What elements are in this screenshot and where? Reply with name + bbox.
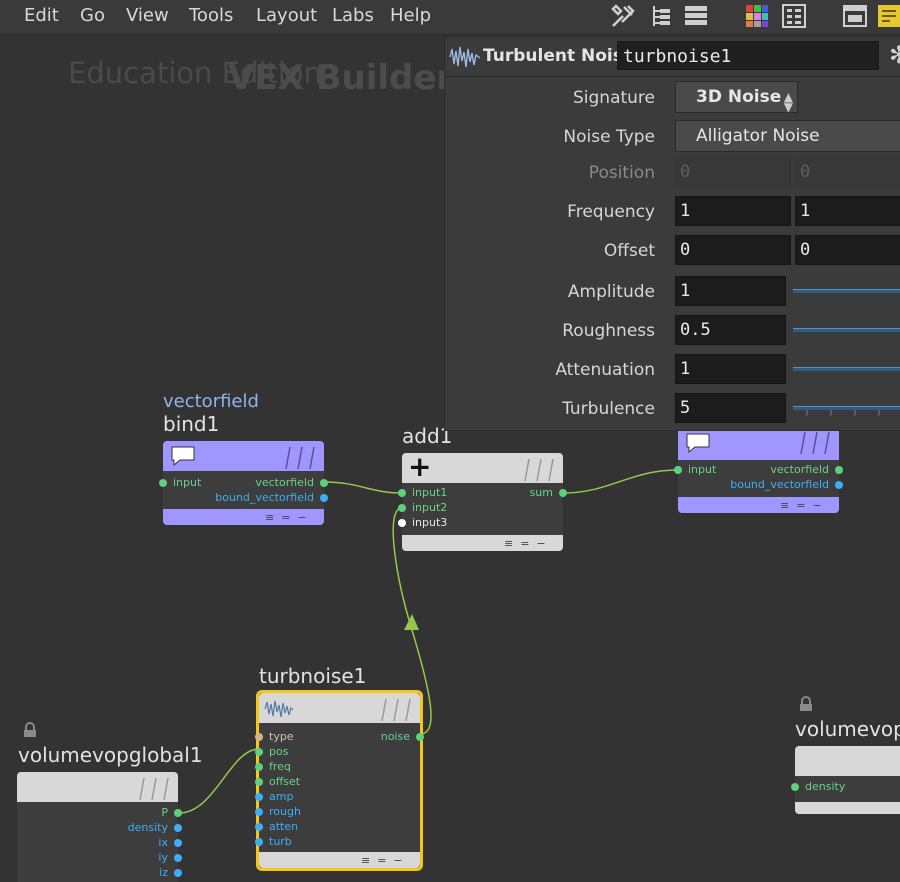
roughness-label: Roughness xyxy=(562,321,655,341)
bind-output-node[interactable]: input vectorfield bound_vectorfield ≡ = … xyxy=(674,430,843,513)
node-type-label: Turbulent Noise xyxy=(483,46,635,66)
offset-y-field[interactable]: 0 xyxy=(795,235,900,265)
turbulence-label: Turbulence xyxy=(562,399,655,419)
amplitude-field[interactable]: 1 xyxy=(675,276,786,306)
node-flag-stripes xyxy=(285,447,315,469)
frequency-y-field[interactable]: 1 xyxy=(795,196,900,226)
wire-add1-to-bind-out xyxy=(562,469,679,494)
parameter-panel: Turbulent Noise turbnoise1 ✻ Signature 3… xyxy=(444,38,900,431)
position-y-field[interactable]: 0 xyxy=(795,157,900,187)
attenuation-label: Attenuation xyxy=(555,360,655,380)
turbnoise1-node[interactable]: type pos freq offset amp rough atten tur… xyxy=(255,690,424,871)
noise-type-dropdown[interactable]: Alligator Noise xyxy=(675,120,900,152)
volumevopglobal1-node[interactable]: P density ix iy iz xyxy=(17,772,182,882)
turbulence-field[interactable]: 5 xyxy=(675,393,786,423)
node-flag-stripes xyxy=(800,432,830,454)
wire-bind1-to-add1 xyxy=(323,481,403,494)
signature-label: Signature xyxy=(572,88,655,108)
turbnoise1-name[interactable]: turbnoise1 xyxy=(259,664,366,688)
turbulent-noise-icon xyxy=(449,46,481,68)
bind1-context-label: vectorfield xyxy=(163,391,259,412)
amplitude-slider[interactable] xyxy=(793,289,900,293)
node-flag-stripes xyxy=(139,778,169,800)
position-x-field[interactable]: 0 xyxy=(675,157,791,187)
node-name-field[interactable]: turbnoise1 xyxy=(617,41,879,70)
roughness-field[interactable]: 0.5 xyxy=(675,315,786,345)
position-label: Position xyxy=(588,163,655,183)
volumevop-output-name[interactable]: volumevop xyxy=(795,717,900,741)
node-flag-stripes xyxy=(524,459,554,481)
bind1-node[interactable]: input vectorfield bound_vectorfield ≡ = … xyxy=(159,441,328,525)
lock-icon xyxy=(24,722,36,737)
volumevop-output-node[interactable]: density xyxy=(791,746,900,814)
parameter-header: Turbulent Noise turbnoise1 ✻ xyxy=(445,38,900,77)
bind1-name[interactable]: bind1 xyxy=(163,412,219,436)
speech-bubble-icon xyxy=(686,433,710,453)
attenuation-slider[interactable] xyxy=(793,367,900,371)
signature-dropdown[interactable]: 3D Noise ▲ ▼ xyxy=(675,81,798,114)
wire-direction-arrow xyxy=(404,614,419,630)
node-flag-stripes xyxy=(381,699,411,721)
turbulent-noise-icon xyxy=(264,700,294,718)
roughness-slider[interactable] xyxy=(793,328,900,332)
speech-bubble-icon xyxy=(171,446,195,466)
amplitude-label: Amplitude xyxy=(567,282,655,302)
noise-type-label: Noise Type xyxy=(563,127,655,147)
add1-node[interactable]: + input1 input2 input3 sum ≡ = − xyxy=(398,450,567,551)
attenuation-field[interactable]: 1 xyxy=(675,354,786,384)
frequency-x-field[interactable]: 1 xyxy=(675,196,791,226)
offset-x-field[interactable]: 0 xyxy=(675,235,791,265)
lock-icon xyxy=(800,696,812,711)
plus-icon: + xyxy=(408,450,432,483)
volumevopglobal1-name[interactable]: volumevopglobal1 xyxy=(18,743,203,767)
turbulence-slider-ticks xyxy=(806,410,880,416)
gear-icon[interactable]: ✻ xyxy=(889,42,900,68)
offset-label: Offset xyxy=(603,241,655,261)
frequency-label: Frequency xyxy=(567,202,655,222)
